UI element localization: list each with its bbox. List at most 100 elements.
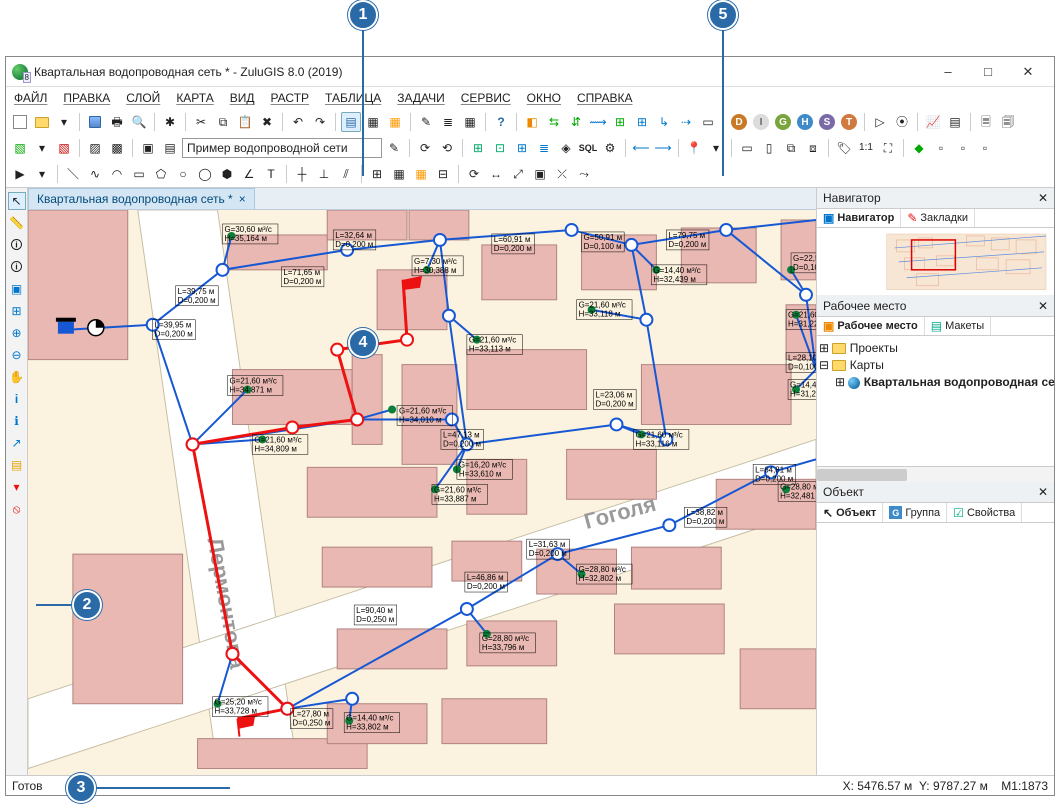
tool-grid1[interactable]: ⊞: [367, 164, 387, 184]
menu-raster[interactable]: РАСТР: [270, 91, 309, 105]
r2b9[interactable]: ⚙: [600, 138, 620, 158]
tool-circle[interactable]: ○: [173, 164, 193, 184]
copy-button[interactable]: ⧉: [213, 112, 233, 132]
play-button[interactable]: ▷: [870, 112, 890, 132]
tool-join[interactable]: ⤳: [574, 164, 594, 184]
r2d2[interactable]: ▫: [931, 138, 951, 158]
layer-combo[interactable]: Пример водопроводной сети: [182, 138, 382, 158]
layer-prop-button[interactable]: ▩: [107, 138, 127, 158]
tool-zoom-out[interactable]: ⊖: [8, 346, 26, 364]
print-preview-button[interactable]: 🔍: [129, 112, 149, 132]
nav-fwd-button[interactable]: ⟶: [653, 138, 673, 158]
tool-cut[interactable]: ⊟: [433, 164, 453, 184]
badge-g[interactable]: G: [773, 112, 793, 132]
net-button-3[interactable]: ⇵: [566, 112, 586, 132]
paste-button[interactable]: 📋: [235, 112, 255, 132]
tool-flag-off[interactable]: ⦸: [8, 500, 26, 518]
tool-ruler[interactable]: 📏: [8, 214, 26, 232]
badge-h[interactable]: H: [795, 112, 815, 132]
undo-button[interactable]: ↶: [288, 112, 308, 132]
tool-scale[interactable]: ⤢: [508, 164, 528, 184]
tool-grid3[interactable]: ▦: [411, 164, 431, 184]
r2c3[interactable]: ⧉: [781, 138, 801, 158]
badge-i[interactable]: I: [751, 112, 771, 132]
tool-rot[interactable]: ⟳: [464, 164, 484, 184]
layer-edit-button[interactable]: ▨: [85, 138, 105, 158]
save-button[interactable]: [85, 112, 105, 132]
r2c1[interactable]: ▭: [737, 138, 757, 158]
tool-grid2[interactable]: ▦: [389, 164, 409, 184]
object-tab-obj[interactable]: ↖Объект: [817, 503, 883, 522]
tool-para[interactable]: ⫽: [336, 164, 356, 184]
r2d4[interactable]: ▫: [975, 138, 995, 158]
r2b8[interactable]: SQL: [578, 138, 598, 158]
document-tab-close[interactable]: ×: [239, 192, 246, 206]
net-button-6[interactable]: ⊞: [632, 112, 652, 132]
layer-remove-button[interactable]: ▧: [54, 138, 74, 158]
close-button[interactable]: ✕: [1008, 59, 1048, 85]
tool-info2[interactable]: ℹ: [8, 412, 26, 430]
layers-button[interactable]: ≣: [438, 112, 458, 132]
struct-button[interactable]: 🗏: [976, 112, 996, 132]
navigator-tab-bookmarks[interactable]: ✎Закладки: [901, 209, 975, 227]
pencil-button[interactable]: ✎: [384, 138, 404, 158]
navigator-tab-nav[interactable]: ▣Навигатор: [817, 209, 901, 227]
workspace-tree[interactable]: ⊞ Проекты ⊟ Карты ⊞ Квартальная водопров…: [817, 336, 1054, 466]
document-tab[interactable]: Квартальная водопроводная сеть * ×: [28, 188, 255, 209]
badge-s[interactable]: S: [817, 112, 837, 132]
nav-back-button[interactable]: ⟵: [631, 138, 651, 158]
tool-line[interactable]: ＼: [63, 164, 83, 184]
menu-window[interactable]: ОКНО: [527, 91, 561, 105]
r2b5[interactable]: ⊞: [512, 138, 532, 158]
table-button[interactable]: ▦: [460, 112, 480, 132]
navigator-close[interactable]: ✕: [1038, 191, 1048, 205]
tool-info-pick[interactable]: 🛈: [8, 236, 26, 254]
tool-snap[interactable]: ┼: [292, 164, 312, 184]
tool-curve[interactable]: ∿: [85, 164, 105, 184]
tool-flag[interactable]: ▾: [8, 478, 26, 496]
tool-zoom-in[interactable]: ⊕: [8, 324, 26, 342]
tool-sel[interactable]: ▣: [530, 164, 550, 184]
row2-dd[interactable]: ▾: [32, 138, 52, 158]
menu-layer[interactable]: СЛОЙ: [126, 91, 160, 105]
tool-pan[interactable]: ✋: [8, 368, 26, 386]
menu-service[interactable]: СЕРВИС: [461, 91, 511, 105]
scale-fit-button[interactable]: ⛶: [878, 138, 898, 158]
new-layer-button[interactable]: ✱: [160, 112, 180, 132]
tool-link[interactable]: ↗: [8, 434, 26, 452]
r2b3[interactable]: ⊞: [468, 138, 488, 158]
workspace-close[interactable]: ✕: [1038, 299, 1048, 313]
tool-dd[interactable]: ▾: [32, 164, 52, 184]
navigator-minimap[interactable]: [817, 228, 1054, 296]
net-button-8[interactable]: ⇢: [676, 112, 696, 132]
net-button-9[interactable]: ▭: [698, 112, 718, 132]
tool-pointer[interactable]: ▶: [10, 164, 30, 184]
r2b6[interactable]: ≣: [534, 138, 554, 158]
workspace-tab-layouts[interactable]: ▤Макеты: [925, 317, 991, 335]
menu-edit[interactable]: ПРАВКА: [63, 91, 110, 105]
tool-info-area[interactable]: 🛈: [8, 258, 26, 276]
r2c4[interactable]: ⧈: [803, 138, 823, 158]
panel-button-3[interactable]: ▦: [385, 112, 405, 132]
tool-poly[interactable]: ⬠: [151, 164, 171, 184]
tool-arc[interactable]: ◠: [107, 164, 127, 184]
badge-t[interactable]: T: [839, 112, 859, 132]
object-close[interactable]: ✕: [1038, 485, 1048, 499]
cut-button[interactable]: ✂: [191, 112, 211, 132]
map-canvas[interactable]: Лермонтова Гоголя: [28, 210, 816, 775]
open-button[interactable]: [32, 112, 52, 132]
print-button[interactable]: 🖶: [107, 112, 127, 132]
net-button-7[interactable]: ↳: [654, 112, 674, 132]
layer-add-button[interactable]: ▧: [10, 138, 30, 158]
maximize-button[interactable]: □: [968, 59, 1008, 85]
layer-style-button[interactable]: ▣: [138, 138, 158, 158]
r2b2[interactable]: ⟲: [437, 138, 457, 158]
layer-label-button[interactable]: ▤: [160, 138, 180, 158]
edit-pencil-button[interactable]: ✎: [416, 112, 436, 132]
net-button-4[interactable]: ⟿: [588, 112, 608, 132]
menu-help[interactable]: СПРАВКА: [577, 91, 633, 105]
menu-bar[interactable]: ФАЙЛ ПРАВКА СЛОЙ КАРТА ВИД РАСТР ТАБЛИЦА…: [6, 87, 1054, 109]
tool-fill[interactable]: ⬢: [217, 164, 237, 184]
r2d1[interactable]: ◆: [909, 138, 929, 158]
pin-red-button[interactable]: 📍: [684, 138, 704, 158]
